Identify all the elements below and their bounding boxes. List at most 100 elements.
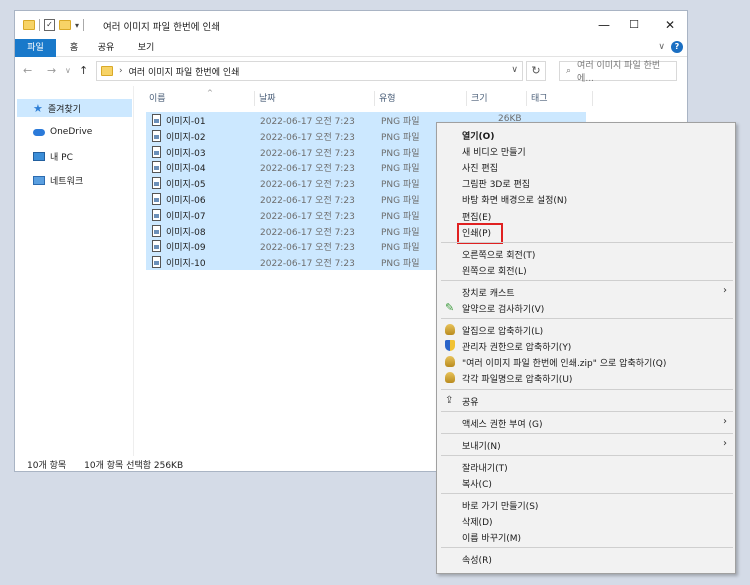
properties-icon[interactable]: ✓ [44, 19, 55, 31]
context-menu-item[interactable]: 복사(C) [437, 475, 735, 491]
file-name: 이미지-02 [166, 132, 206, 143]
nav-item-quick-access[interactable]: ★ 즐겨찾기 [17, 99, 132, 117]
minimize-button[interactable]: — [589, 15, 619, 35]
image-file-icon [152, 161, 161, 174]
menu-separator [441, 318, 733, 320]
file-name: 이미지-10 [166, 259, 206, 270]
context-menu-item[interactable]: 바로 가기 만들기(S) [437, 497, 735, 513]
context-menu-item[interactable]: 왼쪽으로 회전(L) [437, 262, 735, 278]
navigation-pane: ★ 즐겨찾기 OneDrive 내 PC 네트워크 [15, 86, 134, 456]
file-date: 2022-06-17 오전 7:23 [260, 259, 355, 270]
context-menu-item[interactable]: ⇪ 공유 [437, 393, 735, 409]
context-menu-item[interactable]: "여러 이미지 파일 한번에 인쇄.zip" 으로 압축하기(Q) [437, 354, 735, 370]
scan-icon: ✎ [445, 301, 455, 314]
image-file-icon [152, 208, 161, 221]
context-menu-item[interactable]: 보내기(N) › [437, 437, 735, 453]
context-menu: 열기(O) 새 비디오 만들기 사진 편집그림판 3D로 편집 바탕 화면 배경으로 … [436, 122, 736, 574]
menu-item-label: "여러 이미지 파일 한번에 인쇄.zip" 으로 압축하기(Q) [462, 359, 667, 370]
menu-separator [441, 454, 733, 456]
search-box[interactable]: ⌕ 여러 이미지 파일 한번에... [559, 61, 677, 84]
back-button[interactable]: ← [23, 64, 32, 77]
context-menu-item[interactable]: 잘라내기(T) [437, 459, 735, 475]
context-menu-item[interactable]: 그림판 3D로 편집 [437, 175, 735, 191]
recent-locations-icon[interactable]: ∨ [65, 66, 71, 75]
file-date: 2022-06-17 오전 7:23 [260, 164, 355, 175]
menu-item-label: 왼쪽으로 회전(L) [462, 266, 527, 277]
file-date: 2022-06-17 오전 7:23 [260, 243, 355, 254]
close-button[interactable]: ✕ [655, 15, 685, 35]
menu-item-label: 오른쪽으로 회전(T) [462, 250, 536, 261]
context-menu-item[interactable]: 바탕 화면 배경으로 설정(N) [437, 191, 735, 207]
context-menu-item[interactable]: ✎ 알약으로 검사하기(V) [437, 300, 735, 316]
menu-separator [441, 410, 733, 412]
zip-icon [445, 356, 455, 368]
folder-icon [101, 66, 113, 76]
expand-ribbon-icon[interactable]: ∨ [658, 42, 665, 52]
chevron-right-icon: › [723, 415, 727, 427]
context-menu-item[interactable]: 관리자 권한으로 압축하기(Y) [437, 338, 735, 354]
refresh-button[interactable]: ↻ [526, 61, 546, 81]
nav-item-this-pc[interactable]: 내 PC [17, 147, 132, 165]
file-name: 이미지-04 [166, 164, 206, 175]
column-size[interactable]: 크기 [467, 91, 527, 106]
context-menu-item[interactable]: 장치로 캐스트 › [437, 284, 735, 300]
context-menu-item[interactable]: 편집(E) [437, 208, 735, 224]
zip-icon [445, 324, 455, 336]
computer-icon [33, 151, 45, 161]
nav-label: 즐겨찾기 [47, 104, 81, 115]
context-menu-item[interactable]: 이름 바꾸기(M) [437, 529, 735, 545]
context-menu-item[interactable]: 각각 파일명으로 압축하기(U) [437, 370, 735, 386]
nav-item-network[interactable]: 네트워크 [17, 171, 132, 189]
up-button[interactable]: ↑ [79, 64, 88, 77]
context-menu-item[interactable]: 액세스 권한 부여 (G) › [437, 415, 735, 431]
context-menu-item[interactable]: 속성(R) [437, 551, 735, 567]
image-file-icon [152, 145, 161, 158]
selection-info: 10개 항목 선택함 256KB [84, 461, 184, 471]
context-menu-item[interactable]: 사진 편집 [437, 159, 735, 175]
context-menu-item[interactable]: 인쇄(P) [437, 224, 735, 240]
file-type: PNG 파일 [381, 227, 420, 238]
file-name: 이미지-08 [166, 227, 206, 238]
customize-toolbar-icon[interactable]: ▾ [75, 21, 79, 30]
nav-item-onedrive[interactable]: OneDrive [17, 123, 132, 141]
maximize-button[interactable]: ☐ [619, 15, 649, 35]
menu-item-label: 삭제(D) [462, 518, 493, 529]
address-dropdown-icon[interactable]: ∨ [511, 65, 518, 75]
help-icon[interactable]: ? [671, 41, 683, 53]
tab-home[interactable]: 홈 [63, 39, 85, 57]
title-bar: ✓ ▾ 여러 이미지 파일 한번에 인쇄 — ☐ ✕ [15, 11, 687, 39]
menu-item-label: 그림판 3D로 편집 [462, 180, 531, 191]
context-menu-item[interactable]: 오른쪽으로 회전(T) [437, 246, 735, 262]
image-file-icon [152, 256, 161, 269]
context-menu-item[interactable]: 알집으로 압축하기(L) [437, 322, 735, 338]
new-folder-icon[interactable] [59, 20, 71, 30]
column-tags[interactable]: 태그 [527, 91, 593, 106]
file-name: 이미지-07 [166, 211, 206, 222]
context-menu-item[interactable]: 삭제(D) [437, 513, 735, 529]
menu-item-label: 복사(C) [462, 479, 492, 490]
menu-item-label: 새 비디오 만들기 [462, 148, 526, 159]
tab-file[interactable]: 파일 [15, 39, 56, 57]
address-bar[interactable]: › 여러 이미지 파일 한번에 인쇄 ∨ [96, 61, 523, 81]
column-date[interactable]: 날짜 [255, 91, 375, 106]
menu-separator [441, 241, 733, 243]
column-label: 크기 [471, 94, 488, 104]
file-date: 2022-06-17 오전 7:23 [260, 117, 355, 127]
image-file-icon [152, 129, 161, 142]
context-menu-item[interactable]: 새 비디오 만들기 [437, 143, 735, 159]
context-menu-item[interactable]: 열기(O) [437, 127, 735, 143]
file-date: 2022-06-17 오전 7:23 [260, 148, 355, 159]
file-type: PNG 파일 [381, 180, 420, 191]
column-label: 태그 [531, 94, 548, 104]
image-file-icon [152, 240, 161, 253]
column-type[interactable]: 유형 [375, 91, 467, 106]
file-name: 이미지-09 [166, 243, 206, 254]
menu-separator [441, 493, 733, 494]
column-name[interactable]: 이름 ^ [145, 89, 255, 106]
chevron-right-icon[interactable]: › [119, 66, 123, 76]
menu-item-label: 열기(O) [462, 132, 495, 142]
tab-share[interactable]: 공유 [93, 39, 119, 57]
forward-button[interactable]: → [47, 64, 56, 77]
tab-view[interactable]: 보기 [133, 39, 159, 57]
image-file-icon [152, 177, 161, 190]
